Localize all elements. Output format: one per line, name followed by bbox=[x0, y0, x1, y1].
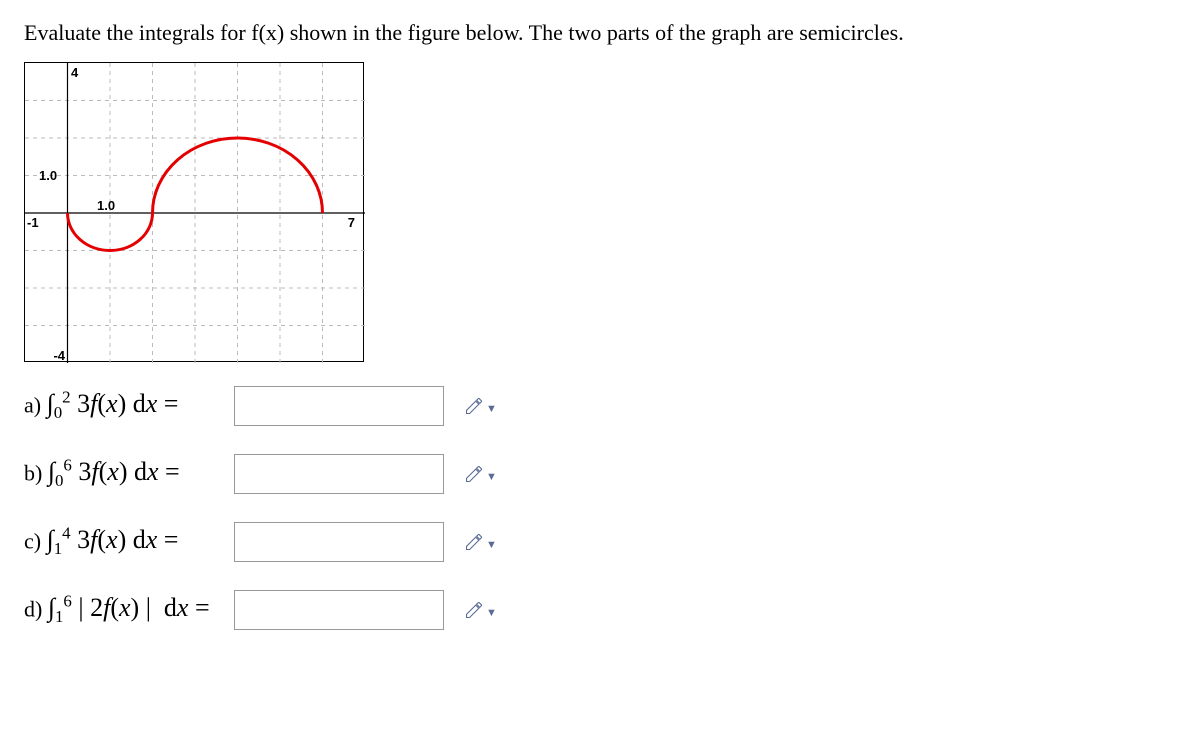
edit-button-d[interactable]: ▼ bbox=[464, 600, 497, 620]
pencil-icon bbox=[464, 532, 484, 552]
pencil-icon bbox=[464, 600, 484, 620]
graph-svg: 4 -4 -1 7 1.0 1.0 bbox=[25, 63, 365, 363]
caret-icon: ▼ bbox=[486, 471, 497, 483]
caret-icon: ▼ bbox=[486, 403, 497, 415]
y-top-label: 4 bbox=[71, 65, 79, 80]
x-right-label: 7 bbox=[348, 215, 355, 230]
y-mid-label: 1.0 bbox=[39, 168, 57, 183]
answer-input-c[interactable] bbox=[234, 522, 444, 562]
x-left-label: -1 bbox=[27, 215, 39, 230]
question-c-label: c) ∫14 3f(x) dx = bbox=[24, 524, 224, 560]
question-a-label: a) ∫02 3f(x) dx = bbox=[24, 388, 224, 424]
graph-figure: 4 -4 -1 7 1.0 1.0 bbox=[24, 62, 364, 362]
question-c: c) ∫14 3f(x) dx = ▼ bbox=[24, 522, 1176, 562]
pencil-icon bbox=[464, 396, 484, 416]
integral-a: ∫02 3f(x) dx = bbox=[47, 389, 179, 418]
caret-icon: ▼ bbox=[486, 539, 497, 551]
answer-input-b[interactable] bbox=[234, 454, 444, 494]
problem-prompt: Evaluate the integrals for f(x) shown in… bbox=[24, 18, 1176, 48]
edit-button-c[interactable]: ▼ bbox=[464, 532, 497, 552]
integral-c: ∫14 3f(x) dx = bbox=[47, 525, 179, 554]
x-mid-label: 1.0 bbox=[97, 198, 115, 213]
pencil-icon bbox=[464, 464, 484, 484]
answer-input-a[interactable] bbox=[234, 386, 444, 426]
answer-input-d[interactable] bbox=[234, 590, 444, 630]
caret-icon: ▼ bbox=[486, 607, 497, 619]
questions-list: a) ∫02 3f(x) dx = ▼ b) ∫06 3f(x) dx = ▼ … bbox=[24, 386, 1176, 630]
question-d: d) ∫16 | 2f(x) | dx = ▼ bbox=[24, 590, 1176, 630]
integral-b: ∫06 3f(x) dx = bbox=[48, 457, 180, 486]
edit-button-b[interactable]: ▼ bbox=[464, 464, 497, 484]
question-b: b) ∫06 3f(x) dx = ▼ bbox=[24, 454, 1176, 494]
integral-d: ∫16 | 2f(x) | dx = bbox=[48, 593, 210, 622]
edit-button-a[interactable]: ▼ bbox=[464, 396, 497, 416]
question-a: a) ∫02 3f(x) dx = ▼ bbox=[24, 386, 1176, 426]
question-b-label: b) ∫06 3f(x) dx = bbox=[24, 456, 224, 492]
y-bottom-label: -4 bbox=[53, 348, 65, 363]
question-d-label: d) ∫16 | 2f(x) | dx = bbox=[24, 592, 224, 628]
